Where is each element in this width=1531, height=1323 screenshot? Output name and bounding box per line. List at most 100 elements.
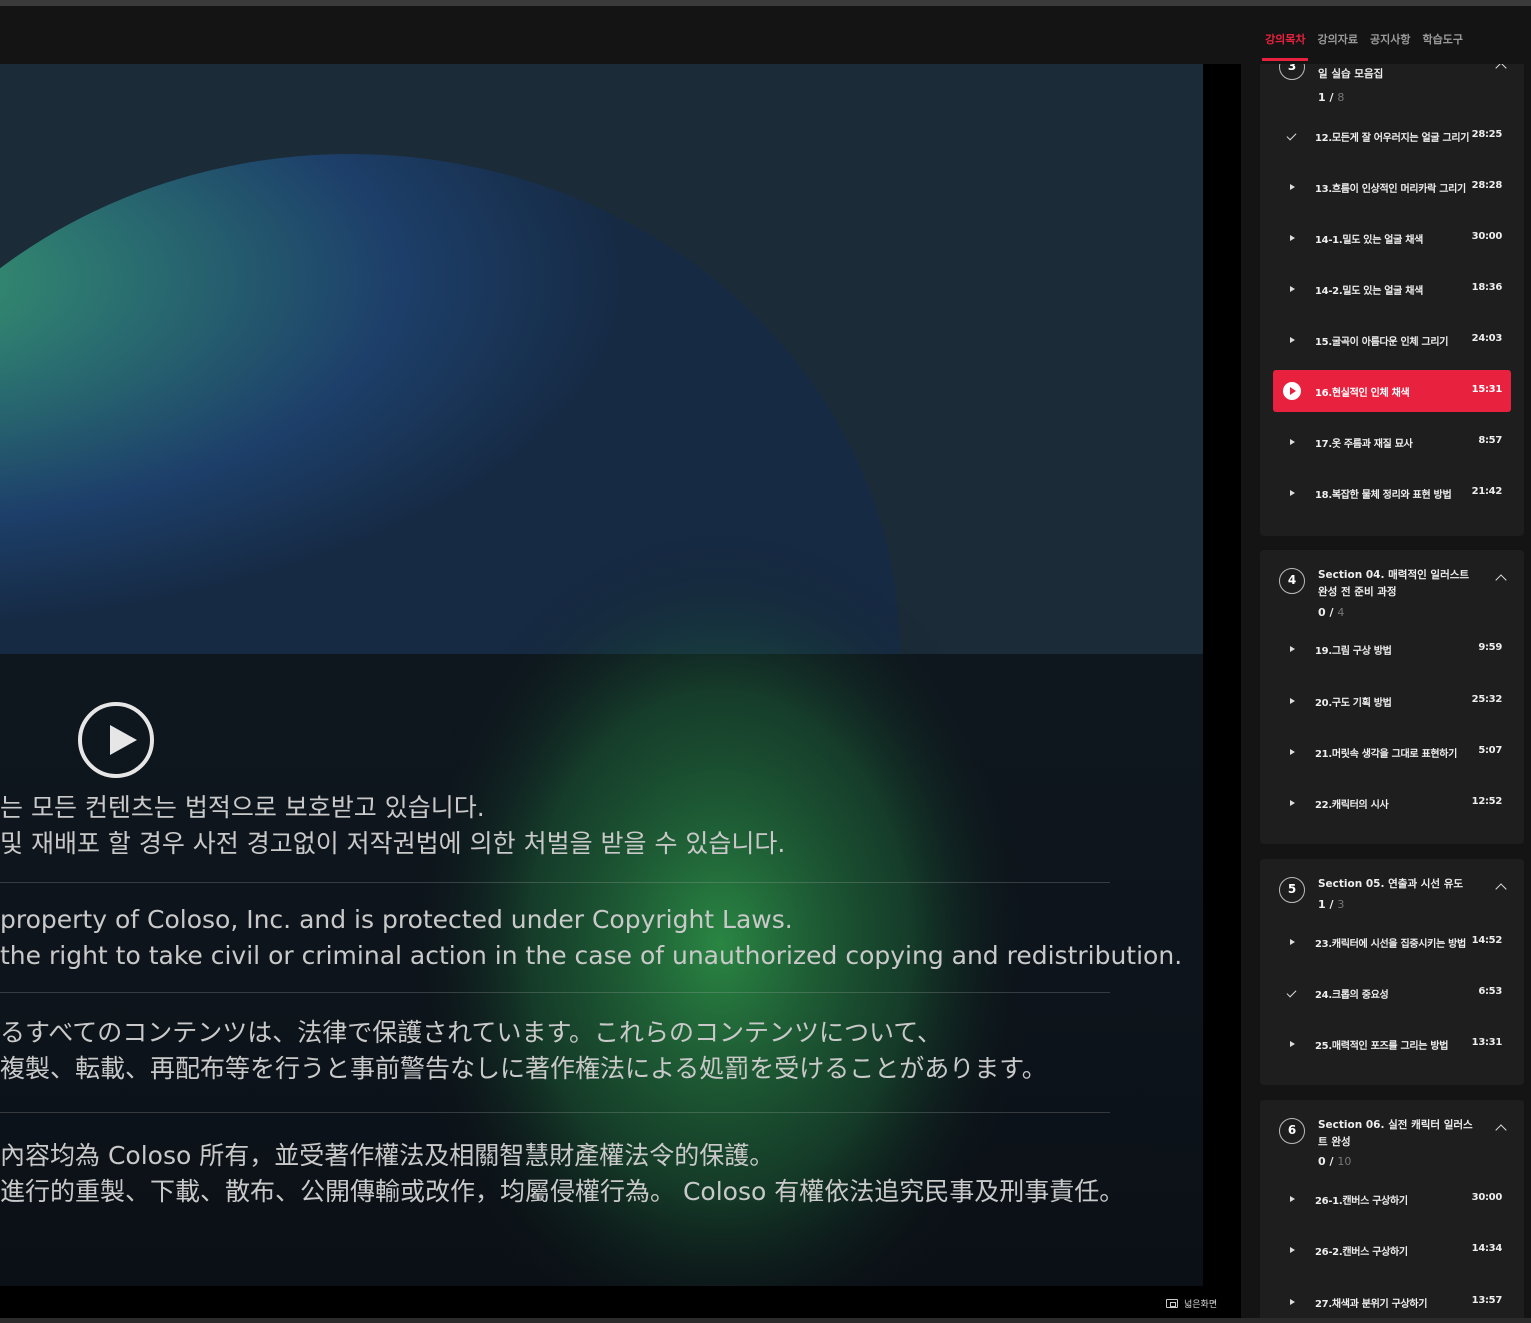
tab-learning-tools[interactable]: 학습도구 [1423,31,1463,47]
lesson-duration: 15:31 [1471,384,1503,395]
lesson-title: 18.복잡한 물체 정리와 표현 방법 [1315,490,1452,501]
lesson-item[interactable]: 22.캐릭터의 시사 12:52 [1273,782,1511,824]
lesson-duration: 9:59 [1478,642,1502,653]
lesson-item[interactable]: 21.머릿속 생각을 그대로 표현하기 5:07 [1273,731,1511,773]
section-number: 5 [1279,877,1305,903]
lesson-item[interactable]: 23.캐릭터에 시선을 집중시키는 방법 14:52 [1273,921,1511,963]
lesson-title: 23.캐릭터에 시선을 집중시키는 방법 [1315,939,1466,950]
lesson-title: 25.매력적인 포즈를 그리는 방법 [1315,1041,1449,1052]
play-icon [1287,1296,1297,1308]
player-side-band [1203,64,1241,1286]
notice-divider [0,1112,1110,1113]
section-progress: 0 / 10 [1318,1155,1352,1168]
lesson-duration: 12:52 [1471,796,1503,807]
play-icon [1287,1244,1297,1256]
lesson-item[interactable]: 14-1.밀도 있는 얼굴 채색 30:00 [1273,217,1511,259]
lesson-duration: 18:36 [1471,282,1503,293]
wide-screen-button[interactable]: 넓은화면 [1166,1297,1217,1310]
lesson-item[interactable]: 15.굴곡이 아름다운 인체 그리기 24:03 [1273,319,1511,361]
lesson-item[interactable]: 14-2.밀도 있는 얼굴 채색 18:36 [1273,268,1511,310]
section-title: Section 05. 연출과 시선 유도 [1318,878,1464,890]
play-icon [1287,797,1297,809]
copyright-notice-ko-1: 는 모든 컨텐츠는 법적으로 보호받고 있습니다. [0,793,485,822]
section-title: Section 03. 캐릭터 퀄리티를 높일 실습 모음집 [1318,68,1384,80]
lesson-title: 27.채색과 분위기 구상하기 [1315,1299,1428,1310]
lesson-duration: 28:28 [1471,180,1503,191]
sidebar-tabs: 강의목차 강의자료 공지사항 학습도구 [1265,31,1463,47]
lesson-item[interactable]: 18.복잡한 물체 정리와 표현 방법 21:42 [1273,472,1511,514]
lesson-title: 17.옷 주름과 재질 묘사 [1315,439,1413,450]
curriculum-sidebar[interactable]: 3 Section 03. 캐릭터 퀄리티를 높일 실습 모음집 1 / 8 1… [1241,64,1531,1323]
copyright-notice-zh-2: 進行的重製、下載、散布、公開傳輸或改作，均屬侵權行為。 Coloso 有權依法追… [0,1177,1125,1206]
chevron-up-icon[interactable] [1495,64,1507,74]
chevron-up-icon[interactable] [1495,574,1507,586]
lesson-title: 13.흐름이 인상적인 머리카락 그리기 [1315,184,1466,195]
check-icon [1287,130,1297,142]
lesson-title: 19.그림 구상 방법 [1315,646,1392,657]
lesson-duration: 6:53 [1478,986,1502,997]
play-icon [1287,436,1297,448]
section-progress: 0 / 4 [1318,606,1345,619]
player-control-bar [0,1286,1241,1318]
lesson-item[interactable]: 17.옷 주름과 재질 묘사 8:57 [1273,421,1511,463]
play-icon [1287,283,1297,295]
lesson-item[interactable]: 27.채색과 분위기 구상하기 13:57 [1273,1281,1511,1323]
lesson-title: 21.머릿속 생각을 그대로 표현하기 [1315,749,1458,760]
lesson-item[interactable]: 12.모든게 잘 어우러지는 얼굴 그리기 28:25 [1273,115,1511,157]
video-player[interactable]: 는 모든 컨텐츠는 법적으로 보호받고 있습니다. 및 재배포 할 경우 사전 … [0,64,1203,1286]
section-number: 6 [1279,1118,1305,1144]
section-number: 3 [1279,64,1305,80]
play-icon [1287,643,1297,655]
copyright-notice-ja-1: るすべてのコンテンツは、法律で保護されています。これらのコンテンツについて、 [0,1018,943,1047]
lesson-item[interactable]: 20.구도 기획 방법 25:32 [1273,680,1511,722]
lesson-duration: 13:57 [1471,1295,1503,1306]
tab-notices[interactable]: 공지사항 [1370,31,1410,47]
lesson-duration: 14:52 [1471,935,1503,946]
chevron-up-icon[interactable] [1495,1124,1507,1136]
notice-divider [0,992,1110,993]
play-icon [1287,181,1297,193]
play-icon[interactable] [78,702,154,778]
copyright-notice-en-2: the right to take civil or criminal acti… [0,941,1183,970]
section-card: 5 Section 05. 연출과 시선 유도 1 / 3 23.캐릭터에 시선… [1260,859,1524,1085]
lesson-item[interactable]: 26-1.캔버스 구상하기 30:00 [1273,1178,1511,1220]
lesson-item[interactable]: 19.그림 구상 방법 9:59 [1273,628,1511,670]
lesson-item[interactable]: 26-2.캔버스 구상하기 14:34 [1273,1229,1511,1271]
notice-divider [0,882,1110,883]
copyright-notice-ja-2: 複製、転載、再配布等を行うと事前警告なしに著作権法による処罰を受けることがありま… [0,1054,1047,1083]
section-progress: 1 / 3 [1318,898,1345,911]
section-title: Section 06. 실전 캐릭터 일러스트 완성 [1318,1119,1473,1148]
lesson-duration: 30:00 [1471,1192,1503,1203]
copyright-notice-ko-2: 및 재배포 할 경우 사전 경고없이 저작권법에 의한 처벌을 받을 수 있습니… [0,829,786,858]
lesson-title: 26-2.캔버스 구상하기 [1315,1247,1408,1258]
lesson-duration: 25:32 [1471,694,1503,705]
play-icon [1287,334,1297,346]
play-icon [1287,936,1297,948]
tab-materials[interactable]: 강의자료 [1318,31,1358,47]
lesson-item[interactable]: 25.매력적인 포즈를 그리는 방법 13:31 [1273,1023,1511,1065]
lesson-title: 20.구도 기획 방법 [1315,698,1392,709]
lesson-title: 14-1.밀도 있는 얼굴 채색 [1315,235,1424,246]
header-bar: 강의목차 강의자료 공지사항 학습도구 [0,6,1531,64]
play-icon [1287,487,1297,499]
play-icon [1287,1038,1297,1050]
chevron-up-icon[interactable] [1495,883,1507,895]
lesson-title: 22.캐릭터의 시사 [1315,800,1389,811]
lesson-duration: 14:34 [1471,1243,1503,1254]
lesson-duration: 30:00 [1471,231,1503,242]
lesson-title: 14-2.밀도 있는 얼굴 채색 [1315,286,1424,297]
lesson-item[interactable]: 13.흐름이 인상적인 머리카락 그리기 28:28 [1273,166,1511,208]
section-card: 4 Section 04. 매력적인 일러스트 완성 전 준비 과정 0 / 4… [1260,550,1524,844]
lesson-item-current[interactable]: 16.현실적인 인체 채색 15:31 [1273,370,1511,412]
play-icon [1287,746,1297,758]
lesson-duration: 5:07 [1478,745,1502,756]
lesson-title: 16.현실적인 인체 채색 [1315,388,1410,399]
wide-screen-label: 넓은화면 [1184,1300,1218,1310]
section-title: Section 04. 매력적인 일러스트 완성 전 준비 과정 [1318,569,1470,598]
lesson-title: 12.모든게 잘 어우러지는 얼굴 그리기 [1315,133,1470,144]
lesson-duration: 8:57 [1478,435,1502,446]
lesson-item[interactable]: 24.크롭의 중요성 6:53 [1273,972,1511,1014]
tab-curriculum[interactable]: 강의목차 [1265,31,1305,47]
wide-screen-icon [1166,1299,1178,1308]
now-playing-icon [1283,382,1301,400]
